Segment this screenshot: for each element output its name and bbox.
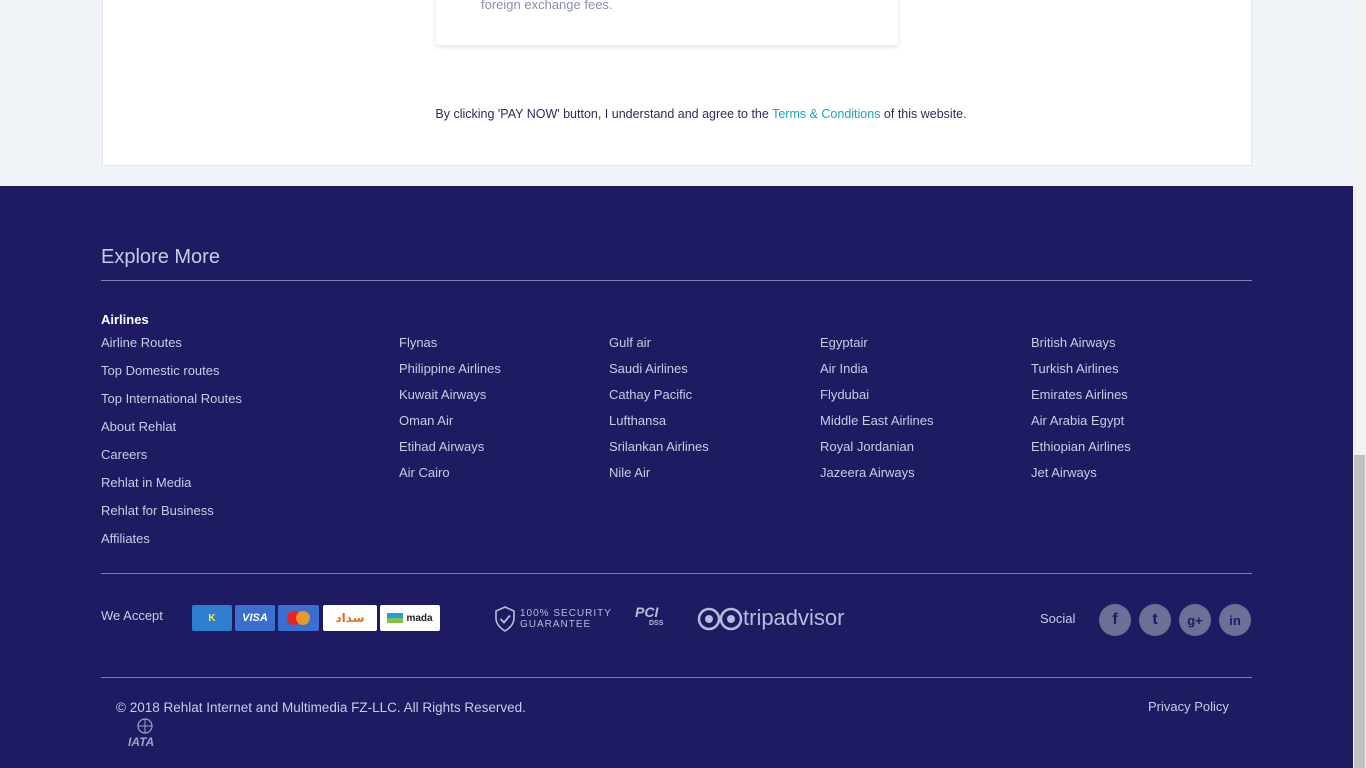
- airline-link[interactable]: Jazeera Airways: [820, 466, 933, 492]
- iata-logo: IATA: [124, 718, 166, 749]
- airline-link[interactable]: Royal Jordanian: [820, 440, 933, 466]
- footer-links: Airline Routes Top Domestic routes Top I…: [101, 336, 242, 560]
- divider: [101, 280, 1252, 281]
- divider: [101, 573, 1252, 574]
- airline-link[interactable]: Middle East Airlines: [820, 414, 933, 440]
- googleplus-icon[interactable]: g+: [1179, 604, 1211, 636]
- airlines-column-3: Egyptair Air India Flydubai Middle East …: [820, 336, 933, 492]
- airline-link[interactable]: Ethiopian Airlines: [1031, 440, 1131, 466]
- card-note: foreign exchange fees.: [481, 0, 613, 12]
- airline-link[interactable]: Egyptair: [820, 336, 933, 362]
- footer: Explore More Airlines Airline Routes Top…: [0, 186, 1353, 768]
- explore-more-title: Explore More: [101, 246, 220, 268]
- airline-link[interactable]: British Airways: [1031, 336, 1131, 362]
- scrollbar[interactable]: [1353, 0, 1366, 768]
- airline-link[interactable]: Etihad Airways: [399, 440, 501, 466]
- link-airline-routes[interactable]: Airline Routes: [101, 336, 242, 364]
- airline-link[interactable]: Kuwait Airways: [399, 388, 501, 414]
- twitter-icon[interactable]: t: [1139, 604, 1171, 636]
- airlines-heading[interactable]: Airlines: [101, 312, 149, 327]
- agreement-text-after: of this website.: [880, 107, 967, 121]
- airline-link[interactable]: Air Cairo: [399, 466, 501, 492]
- security-line-2: GUARANTEE: [520, 619, 592, 630]
- airline-link[interactable]: Emirates Airlines: [1031, 388, 1131, 414]
- linkedin-icon[interactable]: in: [1219, 604, 1251, 636]
- security-guarantee-badge: 100% SECURITY GUARANTEE: [494, 606, 612, 632]
- globe-icon: [137, 718, 153, 734]
- link-affiliates[interactable]: Affiliates: [101, 532, 242, 560]
- security-line-1: 100% SECURITY: [520, 608, 612, 619]
- airlines-column-4: British Airways Turkish Airlines Emirate…: [1031, 336, 1131, 492]
- agreement-text-before: By clicking 'PAY NOW' button, I understa…: [435, 107, 773, 121]
- link-top-international-routes[interactable]: Top International Routes: [101, 392, 242, 420]
- mastercard-logo: [278, 605, 319, 631]
- link-top-domestic-routes[interactable]: Top Domestic routes: [101, 364, 242, 392]
- social-label: Social: [1040, 611, 1076, 626]
- mada-logo: mada: [380, 605, 440, 631]
- airline-link[interactable]: Lufthansa: [609, 414, 709, 440]
- airline-link[interactable]: Turkish Airlines: [1031, 362, 1131, 388]
- owl-icon: [697, 607, 743, 631]
- airline-link[interactable]: Jet Airways: [1031, 466, 1131, 492]
- terms-conditions-link[interactable]: Terms & Conditions: [772, 107, 880, 121]
- we-accept-label: We Accept: [101, 608, 163, 623]
- tripadvisor-logo: tripadvisor: [697, 604, 844, 632]
- airline-link[interactable]: Srilankan Airlines: [609, 440, 709, 466]
- link-rehlat-for-business[interactable]: Rehlat for Business: [101, 504, 242, 532]
- airline-link[interactable]: Oman Air: [399, 414, 501, 440]
- knet-logo: K: [192, 605, 232, 631]
- airline-link[interactable]: Nile Air: [609, 466, 709, 492]
- sadad-logo: سداد: [323, 605, 377, 631]
- airline-link[interactable]: Cathay Pacific: [609, 388, 709, 414]
- pci-dss-logo: PCI DSS: [635, 604, 664, 627]
- link-rehlat-in-media[interactable]: Rehlat in Media: [101, 476, 242, 504]
- airlines-column-1: Flynas Philippine Airlines Kuwait Airway…: [399, 336, 501, 492]
- link-careers[interactable]: Careers: [101, 448, 242, 476]
- airline-link[interactable]: Flydubai: [820, 388, 933, 414]
- terms-agreement: By clicking 'PAY NOW' button, I understa…: [0, 107, 1366, 121]
- airline-link[interactable]: Air India: [820, 362, 933, 388]
- airline-link[interactable]: Saudi Airlines: [609, 362, 709, 388]
- scrollbar-thumb[interactable]: [1354, 455, 1365, 768]
- airline-link[interactable]: Air Arabia Egypt: [1031, 414, 1131, 440]
- copyright-text: © 2018 Rehlat Internet and Multimedia FZ…: [116, 700, 526, 715]
- airlines-column-2: Gulf air Saudi Airlines Cathay Pacific L…: [609, 336, 709, 492]
- link-about-rehlat[interactable]: About Rehlat: [101, 420, 242, 448]
- visa-logo: VISA: [235, 605, 275, 631]
- payment-info-card: foreign exchange fees.: [436, 0, 898, 45]
- privacy-policy-link[interactable]: Privacy Policy: [1148, 699, 1229, 714]
- airline-link[interactable]: Flynas: [399, 336, 501, 362]
- airline-link[interactable]: Philippine Airlines: [399, 362, 501, 388]
- divider: [101, 677, 1252, 678]
- shield-check-icon: [495, 606, 515, 632]
- facebook-icon[interactable]: f: [1099, 604, 1131, 636]
- checkout-area: foreign exchange fees. By clicking 'PAY …: [0, 0, 1353, 186]
- airline-link[interactable]: Gulf air: [609, 336, 709, 362]
